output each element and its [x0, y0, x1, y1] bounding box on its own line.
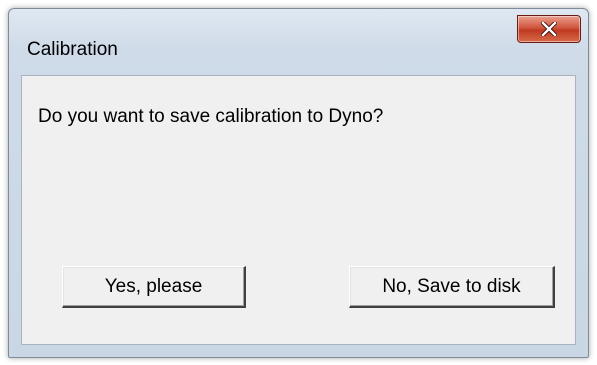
title-bar[interactable]: Calibration	[9, 9, 588, 79]
close-icon	[541, 22, 557, 36]
yes-please-button[interactable]: Yes, please	[62, 266, 246, 308]
save-to-disk-button[interactable]: No, Save to disk	[349, 266, 555, 308]
close-button[interactable]	[517, 15, 581, 43]
calibration-dialog: Calibration Do you want to save calibrat…	[8, 8, 589, 358]
dialog-body: Do you want to save calibration to Dyno?…	[21, 75, 576, 345]
dialog-message: Do you want to save calibration to Dyno?	[38, 106, 384, 127]
window-title: Calibration	[27, 39, 118, 60]
